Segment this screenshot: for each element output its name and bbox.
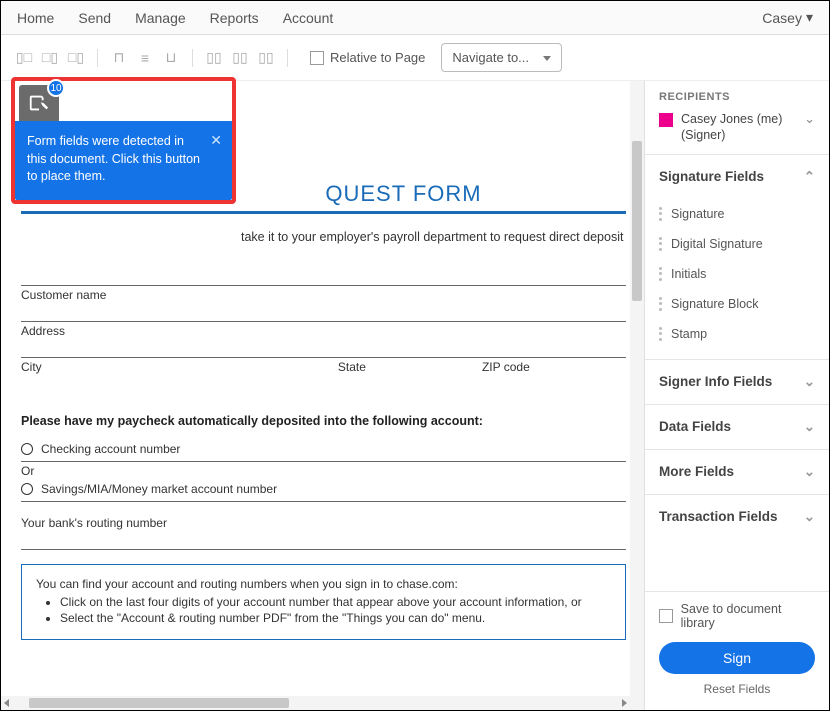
radio-checking[interactable] <box>21 443 33 455</box>
label-routing: Your bank's routing number <box>21 516 626 530</box>
nav-send[interactable]: Send <box>78 10 111 26</box>
chevron-down-icon: ▾ <box>806 9 813 26</box>
label-state: State <box>338 360 482 374</box>
label-city: City <box>21 360 338 374</box>
match-size-icon[interactable]: ▯▯ <box>255 47 277 69</box>
sidebar: RECIPIENTS Casey Jones (me) (Signer) ⌄ S… <box>644 81 829 710</box>
detect-count-badge: 10 <box>47 79 65 97</box>
align-left-icon[interactable]: ▯□ <box>13 47 35 69</box>
sign-button[interactable]: Sign <box>659 642 815 674</box>
recipient-role: (Signer) <box>681 127 782 143</box>
label-customer-name: Customer name <box>21 288 626 302</box>
chevron-down-icon: ⌄ <box>804 419 815 435</box>
vertical-scrollbar[interactable] <box>630 81 644 710</box>
radio-savings[interactable] <box>21 483 33 495</box>
panel-signer-info[interactable]: Signer Info Fields⌄ <box>645 360 829 404</box>
relative-to-page[interactable]: Relative to Page <box>310 50 425 65</box>
chevron-up-icon: ⌃ <box>804 169 815 185</box>
user-name: Casey <box>762 10 802 26</box>
align-middle-icon[interactable]: ≡ <box>134 47 156 69</box>
reset-fields-link[interactable]: Reset Fields <box>659 682 815 696</box>
nav-home[interactable]: Home <box>17 10 54 26</box>
distribute-v-icon[interactable]: ▯▯ <box>229 47 251 69</box>
chevron-down-icon: ⌄ <box>804 464 815 480</box>
label-address: Address <box>21 324 626 338</box>
field-initials[interactable]: Initials <box>659 259 815 289</box>
info-bullet-1: Click on the last four digits of your ac… <box>60 595 611 609</box>
label-zip: ZIP code <box>482 360 626 374</box>
distribute-h-icon[interactable]: ▯▯ <box>203 47 225 69</box>
checkbox-icon <box>310 51 324 65</box>
label-savings: Savings/MIA/Money market account number <box>41 482 277 496</box>
nav-manage[interactable]: Manage <box>135 10 186 26</box>
save-to-library[interactable]: Save to document library <box>659 602 815 630</box>
horizontal-scrollbar[interactable] <box>1 696 630 710</box>
panel-transaction-fields[interactable]: Transaction Fields⌄ <box>645 495 829 539</box>
info-bullet-2: Select the "Account & routing number PDF… <box>60 611 611 625</box>
field-digital-signature[interactable]: Digital Signature <box>659 229 815 259</box>
top-nav: Home Send Manage Reports Account Casey ▾ <box>1 1 829 35</box>
label-checking: Checking account number <box>41 442 180 456</box>
align-top-icon[interactable]: ⊓ <box>108 47 130 69</box>
detect-tooltip: Form fields were detected in this docume… <box>15 121 232 200</box>
checkbox-icon <box>659 609 673 623</box>
chevron-down-icon: ⌄ <box>804 111 815 127</box>
recipient-name: Casey Jones (me) <box>681 111 782 127</box>
close-icon[interactable]: ✕ <box>210 131 222 151</box>
document-subtitle: take it to your employer's payroll depar… <box>21 230 626 244</box>
toolbar: ▯□ □▯ □▯ ⊓ ≡ ⊔ ▯▯ ▯▯ ▯▯ Relative to Page… <box>1 35 829 81</box>
detect-fields-button[interactable]: 10 <box>19 85 59 121</box>
align-right-icon[interactable]: □▯ <box>65 47 87 69</box>
align-bottom-icon[interactable]: ⊔ <box>160 47 182 69</box>
align-center-h-icon[interactable]: □▯ <box>39 47 61 69</box>
info-lead: You can find your account and routing nu… <box>36 577 611 591</box>
field-stamp[interactable]: Stamp <box>659 319 815 349</box>
panel-more-fields[interactable]: More Fields⌄ <box>645 450 829 494</box>
panel-data-fields[interactable]: Data Fields⌄ <box>645 405 829 449</box>
field-signature-block[interactable]: Signature Block <box>659 289 815 319</box>
recipient-color-swatch <box>659 113 673 127</box>
form-fields-icon <box>28 92 50 114</box>
label-or: Or <box>21 464 626 478</box>
info-box: You can find your account and routing nu… <box>21 564 626 640</box>
section-heading: Please have my paycheck automatically de… <box>21 414 626 428</box>
chevron-down-icon: ⌄ <box>804 509 815 525</box>
detect-fields-callout: 10 Form fields were detected in this doc… <box>11 77 236 204</box>
navigate-label: Navigate to... <box>452 50 529 65</box>
relative-label: Relative to Page <box>330 50 425 65</box>
recipients-title: RECIPIENTS <box>659 91 815 103</box>
user-menu[interactable]: Casey ▾ <box>762 9 813 26</box>
chevron-down-icon: ⌄ <box>804 374 815 390</box>
recipient-row[interactable]: Casey Jones (me) (Signer) ⌄ <box>659 111 815 144</box>
nav-account[interactable]: Account <box>283 10 334 26</box>
nav-reports[interactable]: Reports <box>210 10 259 26</box>
navigate-dropdown[interactable]: Navigate to... <box>441 43 562 72</box>
field-signature[interactable]: Signature <box>659 199 815 229</box>
panel-signature-fields[interactable]: Signature Fields ⌃ <box>645 155 829 199</box>
